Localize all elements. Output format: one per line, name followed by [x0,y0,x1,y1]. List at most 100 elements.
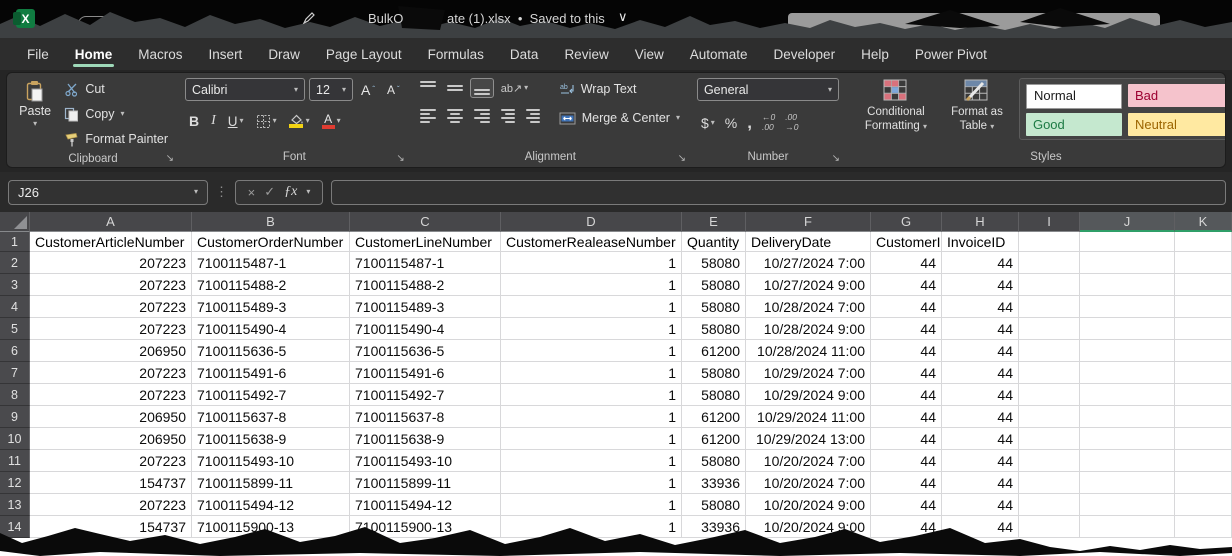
bold-button[interactable]: B [185,110,203,132]
conditional-formatting-button[interactable]: Conditional Formatting ▾ [851,77,941,146]
column-header-A[interactable]: A [30,212,192,232]
cell-F14[interactable]: 10/20/2024 9:00 [746,516,871,538]
cell-I6[interactable] [1019,340,1080,362]
align-center-button[interactable] [443,106,467,126]
cell-I4[interactable] [1019,296,1080,318]
cell-D6[interactable]: 1 [501,340,682,362]
cell-J11[interactable] [1080,450,1175,472]
cell-A14[interactable]: 154737 [30,516,192,538]
row-header-13[interactable]: 13 [0,494,30,516]
cell-J12[interactable] [1080,472,1175,494]
cell-A11[interactable]: 207223 [30,450,192,472]
cell-K10[interactable] [1175,428,1232,450]
cell-C8[interactable]: 7100115492-7 [350,384,501,406]
cell-B1[interactable]: CustomerOrderNumber [192,232,350,252]
cell-I5[interactable] [1019,318,1080,340]
row-header-14[interactable]: 14 [0,516,30,538]
cell-A2[interactable]: 207223 [30,252,192,274]
cell-A9[interactable]: 206950 [30,406,192,428]
borders-button[interactable]: ▾ [252,111,281,132]
row-header-7[interactable]: 7 [0,362,30,384]
ribbon-tab-home[interactable]: Home [62,38,126,70]
italic-button[interactable]: I [207,110,220,132]
cell-D11[interactable]: 1 [501,450,682,472]
row-header-4[interactable]: 4 [0,296,30,318]
cell-H6[interactable]: 44 [942,340,1019,362]
cell-I7[interactable] [1019,362,1080,384]
cell-D1[interactable]: CustomerRealeaseNumber [501,232,682,252]
cell-style-good[interactable]: Good [1026,113,1122,136]
cell-E4[interactable]: 58080 [682,296,746,318]
cell-A8[interactable]: 207223 [30,384,192,406]
copy-button[interactable]: Copy ▾ [59,103,173,125]
cell-H7[interactable]: 44 [942,362,1019,384]
column-header-G[interactable]: G [871,212,942,232]
ribbon-tab-developer[interactable]: Developer [761,38,849,70]
cell-G12[interactable]: 44 [871,472,942,494]
cell-E3[interactable]: 58080 [682,274,746,296]
cell-I10[interactable] [1019,428,1080,450]
row-header-9[interactable]: 9 [0,406,30,428]
cell-H12[interactable]: 44 [942,472,1019,494]
cell-F8[interactable]: 10/29/2024 9:00 [746,384,871,406]
cell-A12[interactable]: 154737 [30,472,192,494]
row-header-5[interactable]: 5 [0,318,30,340]
cell-C2[interactable]: 7100115487-1 [350,252,501,274]
cell-F11[interactable]: 10/20/2024 7:00 [746,450,871,472]
cell-I12[interactable] [1019,472,1080,494]
dialog-launcher-alignment[interactable]: ↘ [678,153,686,164]
cell-G1[interactable]: CustomerID [871,232,942,252]
column-header-D[interactable]: D [501,212,682,232]
cell-I8[interactable] [1019,384,1080,406]
cell-B6[interactable]: 7100115636-5 [192,340,350,362]
row-header-8[interactable]: 8 [0,384,30,406]
insert-function-icon[interactable]: ƒx [284,184,297,200]
row-header-2[interactable]: 2 [0,252,30,274]
cell-G5[interactable]: 44 [871,318,942,340]
cell-G10[interactable]: 44 [871,428,942,450]
cell-E12[interactable]: 33936 [682,472,746,494]
column-header-I[interactable]: I [1019,212,1080,232]
cell-A5[interactable]: 207223 [30,318,192,340]
cell-F1[interactable]: DeliveryDate [746,232,871,252]
cell-C10[interactable]: 7100115638-9 [350,428,501,450]
cell-E1[interactable]: Quantity [682,232,746,252]
title-dropdown-chevron-icon[interactable]: ∨ [618,9,628,25]
cell-H2[interactable]: 44 [942,252,1019,274]
cell-A3[interactable]: 207223 [30,274,192,296]
format-painter-button[interactable]: Format Painter [59,128,173,150]
cell-H11[interactable]: 44 [942,450,1019,472]
cell-H8[interactable]: 44 [942,384,1019,406]
cell-I14[interactable] [1019,516,1080,538]
cell-E8[interactable]: 58080 [682,384,746,406]
cell-D3[interactable]: 1 [501,274,682,296]
cell-H4[interactable]: 44 [942,296,1019,318]
ribbon-tab-data[interactable]: Data [497,38,552,70]
cell-E7[interactable]: 58080 [682,362,746,384]
ribbon-tab-review[interactable]: Review [551,38,621,70]
ribbon-tab-automate[interactable]: Automate [677,38,761,70]
column-header-H[interactable]: H [942,212,1019,232]
dialog-launcher-font[interactable]: ↘ [396,153,404,164]
decrease-decimal-button[interactable]: .00→0 [781,110,802,136]
merge-center-button[interactable]: Merge & Center ▾ [554,107,685,129]
cell-I2[interactable] [1019,252,1080,274]
cell-B4[interactable]: 7100115489-3 [192,296,350,318]
cell-I1[interactable] [1019,232,1080,252]
font-name-select[interactable]: Calibri▾ [185,78,305,101]
cell-D13[interactable]: 1 [501,494,682,516]
cell-H9[interactable]: 44 [942,406,1019,428]
cell-G14[interactable]: 44 [871,516,942,538]
formula-input[interactable] [331,180,1226,205]
cell-H13[interactable]: 44 [942,494,1019,516]
column-header-B[interactable]: B [192,212,350,232]
cell-E13[interactable]: 58080 [682,494,746,516]
cell-J9[interactable] [1080,406,1175,428]
cell-K12[interactable] [1175,472,1232,494]
cell-G3[interactable]: 44 [871,274,942,296]
increase-decimal-button[interactable]: ←0.00 [758,110,779,136]
cell-B9[interactable]: 7100115637-8 [192,406,350,428]
ribbon-tab-page-layout[interactable]: Page Layout [313,38,415,70]
cell-C14[interactable]: 7100115900-13 [350,516,501,538]
ribbon-tab-power-pivot[interactable]: Power Pivot [902,38,1000,70]
